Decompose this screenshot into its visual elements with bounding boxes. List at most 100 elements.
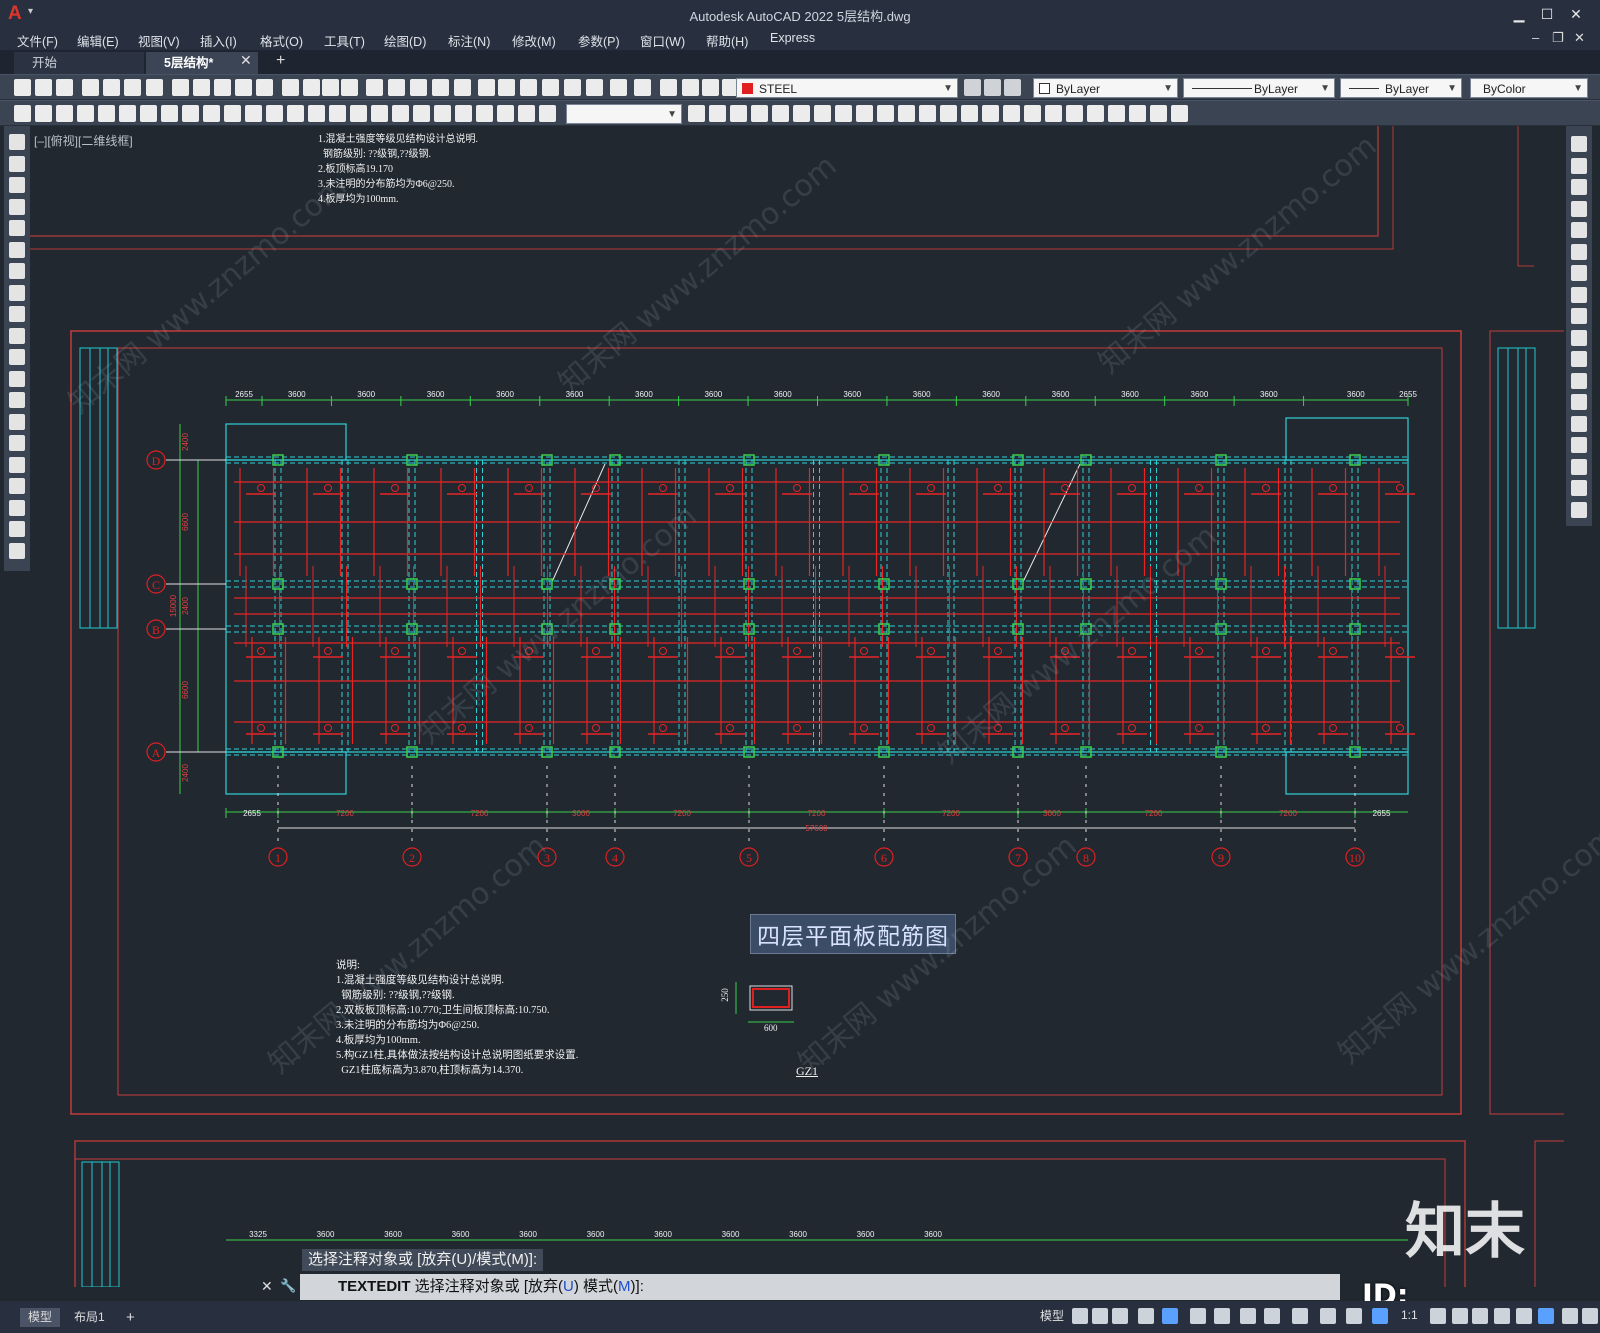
layer-dropdown[interactable]: STEEL ▼ [736, 78, 958, 98]
toolbar-tool-icon[interactable] [793, 105, 810, 122]
toolbar-tool-icon[interactable] [564, 79, 581, 96]
toolbar-tool-icon[interactable] [498, 79, 515, 96]
tab-start[interactable]: 开始 [14, 52, 144, 74]
tab-model[interactable]: 模型 [20, 1308, 61, 1327]
doc-minimize-button[interactable]: – [1532, 30, 1539, 45]
toolbar-tool-icon[interactable] [35, 105, 52, 122]
model-space-button[interactable]: 模型 [1040, 1307, 1064, 1324]
toolbar-tool-icon[interactable] [350, 105, 367, 122]
status-toggle-icon[interactable] [1138, 1308, 1154, 1324]
modify-tool-icon[interactable] [1571, 136, 1587, 152]
option-undo[interactable]: U [563, 1278, 574, 1295]
option-mode[interactable]: M [618, 1278, 631, 1295]
toolbar-tool-icon[interactable] [388, 79, 405, 96]
modify-tool-icon[interactable] [1571, 308, 1587, 324]
draw-tool-icon[interactable] [9, 284, 25, 301]
menu-modify[interactable]: 修改(M) [512, 31, 556, 50]
toolbar-tool-icon[interactable] [172, 79, 189, 96]
toolbar-tool-icon[interactable] [518, 105, 535, 122]
draw-tool-icon[interactable] [9, 521, 25, 537]
new-tab-button[interactable]: + [276, 52, 285, 70]
minimize-button[interactable]: ▁ [1508, 3, 1530, 25]
modify-tool-icon[interactable] [1571, 157, 1587, 174]
modify-tool-icon[interactable] [1571, 351, 1587, 367]
status-toggle-icon[interactable] [1516, 1308, 1532, 1324]
toolbar-tool-icon[interactable] [835, 105, 852, 122]
status-toggle-icon[interactable] [1112, 1308, 1128, 1324]
toolbar-tool-icon[interactable] [235, 79, 252, 96]
toolbar-tool-icon[interactable] [898, 105, 915, 122]
modify-tool-icon[interactable] [1571, 329, 1587, 346]
status-toggle-icon[interactable] [1092, 1308, 1108, 1324]
status-toggle-icon[interactable] [1582, 1308, 1598, 1324]
menu-dimension[interactable]: 标注(N) [448, 31, 490, 50]
toolbar-tool-icon[interactable] [103, 79, 120, 96]
toolbar-tool-icon[interactable] [245, 105, 262, 122]
modify-tool-icon[interactable] [1571, 415, 1587, 432]
status-toggle-icon[interactable] [1214, 1308, 1230, 1324]
status-toggle-icon[interactable] [1264, 1308, 1280, 1324]
toolbar-tool-icon[interactable] [303, 79, 320, 96]
draw-tool-icon[interactable] [9, 220, 25, 236]
toolbar-tool-icon[interactable] [454, 79, 471, 96]
draw-tool-icon[interactable] [9, 198, 25, 215]
draw-tool-icon[interactable] [9, 177, 25, 193]
status-toggle-icon[interactable] [1372, 1308, 1388, 1324]
status-toggle-icon[interactable] [1162, 1308, 1178, 1324]
status-toggle-icon[interactable] [1430, 1308, 1446, 1324]
toolbar-tool-icon[interactable] [140, 105, 157, 122]
toolbar-tool-icon[interactable] [961, 105, 978, 122]
toolbar-tool-icon[interactable] [56, 105, 73, 122]
modify-tool-icon[interactable] [1571, 286, 1587, 303]
linetype-dropdown[interactable]: ByLayer ▼ [1183, 78, 1335, 98]
toolbar-tool-icon[interactable] [476, 105, 493, 122]
menu-tools[interactable]: 工具(T) [324, 31, 365, 50]
toolbar-tool-icon[interactable] [772, 105, 789, 122]
toolbar-tool-icon[interactable] [77, 105, 94, 122]
draw-tool-icon[interactable] [9, 456, 25, 473]
draw-tool-icon[interactable] [9, 392, 25, 408]
modify-tool-icon[interactable] [1571, 394, 1587, 410]
annotation-scale[interactable]: 1:1 [1401, 1308, 1418, 1322]
toolbar-tool-icon[interactable] [877, 105, 894, 122]
toolbar-tool-icon[interactable] [56, 79, 73, 96]
toolbar-tool-icon[interactable] [751, 105, 768, 122]
toolbar-tool-icon[interactable] [366, 79, 383, 96]
menu-parametric[interactable]: 参数(P) [578, 31, 620, 50]
modify-tool-icon[interactable] [1571, 243, 1587, 260]
toolbar-tool-icon[interactable] [82, 79, 99, 96]
tab-layout1[interactable]: 布局1 [66, 1308, 113, 1327]
toolbar-tool-icon[interactable] [146, 79, 163, 96]
toolbar-tool-icon[interactable] [434, 105, 451, 122]
draw-tool-icon[interactable] [9, 241, 25, 258]
toolbar-tool-icon[interactable] [329, 105, 346, 122]
menu-edit[interactable]: 编辑(E) [77, 31, 119, 50]
menu-insert[interactable]: 插入(I) [200, 31, 237, 50]
status-toggle-icon[interactable] [1346, 1308, 1362, 1324]
toolbar-tool-icon[interactable] [119, 105, 136, 122]
toolbar-tool-icon[interactable] [520, 79, 537, 96]
status-toggle-icon[interactable] [1072, 1308, 1088, 1324]
color-dropdown[interactable]: ByLayer ▼ [1033, 78, 1178, 98]
layer-tool-icon[interactable] [964, 79, 981, 96]
menu-view[interactable]: 视图(V) [138, 31, 180, 50]
toolbar-tool-icon[interactable] [308, 105, 325, 122]
toolbar-tool-icon[interactable] [1171, 105, 1188, 122]
draw-tool-icon[interactable] [9, 413, 25, 430]
toolbar-tool-icon[interactable] [1003, 105, 1020, 122]
toolbar-tool-icon[interactable] [193, 79, 210, 96]
draw-tool-icon[interactable] [9, 370, 25, 387]
modify-tool-icon[interactable] [1571, 372, 1587, 389]
toolbar-tool-icon[interactable] [1129, 105, 1146, 122]
toolbar-tool-icon[interactable] [224, 105, 241, 122]
cad-drawing[interactable]: 2655 3600 3600 3600 3600 3600 3600 3600 3600 3600… [30, 126, 1564, 1287]
draw-tool-icon[interactable] [9, 499, 25, 516]
toolbar-tool-icon[interactable] [1087, 105, 1104, 122]
status-toggle-icon[interactable] [1190, 1308, 1206, 1324]
toolbar-tool-icon[interactable] [256, 79, 273, 96]
toolbar-tool-icon[interactable] [682, 79, 699, 96]
toolbar-tool-icon[interactable] [14, 105, 31, 122]
status-toggle-icon[interactable] [1452, 1308, 1468, 1324]
toolbar-tool-icon[interactable] [392, 105, 409, 122]
draw-tool-icon[interactable] [9, 134, 25, 150]
